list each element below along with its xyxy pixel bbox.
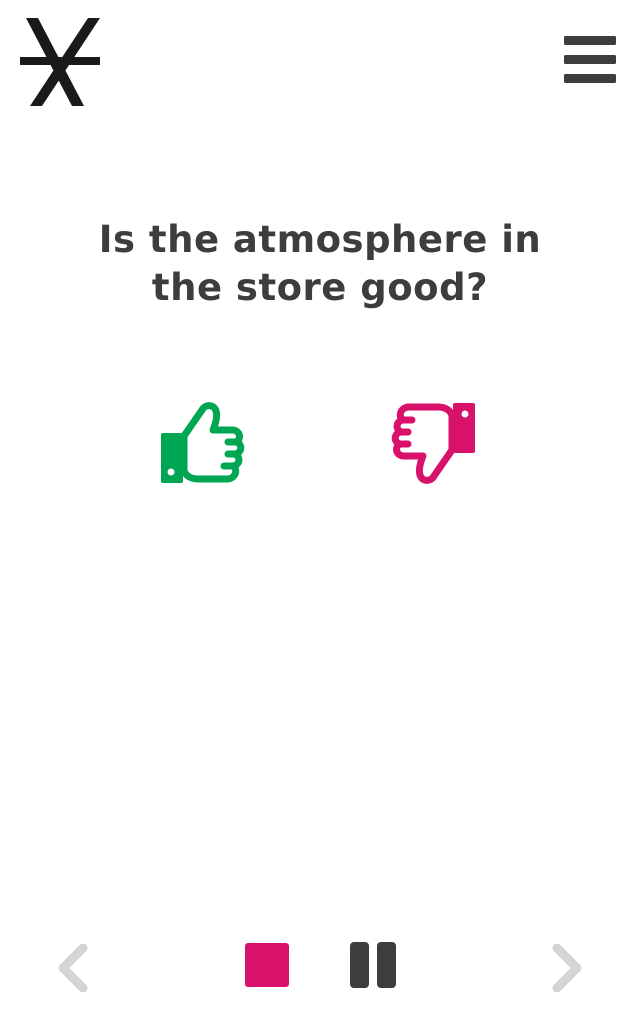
- chevron-right-icon: [552, 943, 582, 993]
- pause-bar-left: [350, 942, 369, 988]
- thumbs-up-icon: [161, 402, 245, 483]
- pause-bar-right: [377, 942, 396, 988]
- thumbs-down-button[interactable]: [388, 396, 478, 490]
- previous-button[interactable]: [55, 943, 91, 993]
- question-line-2: the store good?: [151, 266, 489, 309]
- asterisk-logo-icon: [18, 18, 102, 106]
- chevron-left-icon: [58, 943, 88, 993]
- hamburger-menu-icon: [564, 36, 616, 83]
- thumbs-down-icon: [391, 403, 475, 484]
- survey-question: Is the atmosphere in the store good?: [70, 216, 570, 312]
- question-line-1: Is the atmosphere in: [98, 218, 542, 261]
- stop-button[interactable]: [245, 943, 289, 987]
- thumbs-up-button[interactable]: [158, 396, 248, 490]
- menu-button[interactable]: [562, 34, 618, 86]
- next-button[interactable]: [549, 943, 585, 993]
- survey-screen: Is the atmosphere in the store good?: [0, 0, 640, 1036]
- pause-button[interactable]: [350, 942, 396, 988]
